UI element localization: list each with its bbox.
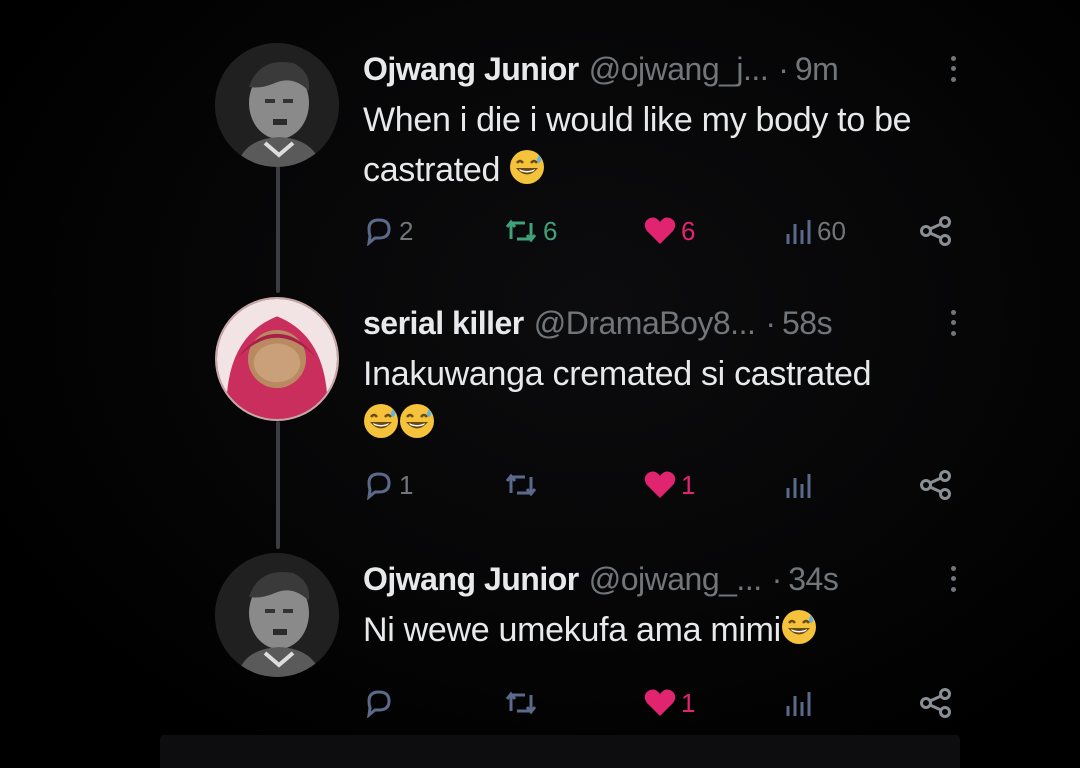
tweet-actions: 2 6 6 60 <box>363 211 963 251</box>
reply-count: 2 <box>399 215 414 246</box>
tweet-text-content: Inakuwanga cremated si castrated <box>363 355 872 393</box>
tweet-header: Ojwang Junior @ojwang_... · 34s <box>363 559 963 599</box>
reply-button[interactable]: 2 <box>363 211 413 251</box>
reply-count: 1 <box>399 469 414 500</box>
share-icon <box>920 470 951 500</box>
display-name[interactable]: serial killer <box>363 303 524 343</box>
separator-dot: · <box>765 305 776 341</box>
tweet[interactable]: Ojwang Junior @ojwang_... · 34s Ni wewe … <box>215 553 975 733</box>
tweet-actions: 1 1 <box>363 465 963 505</box>
more-options-icon[interactable] <box>943 563 963 595</box>
like-button[interactable]: 1 <box>643 465 695 505</box>
grinning-sweat-emoji <box>509 149 545 185</box>
user-handle[interactable]: @ojwang_j... <box>589 49 769 89</box>
views-chart-icon <box>786 220 811 244</box>
tweet-header: serial killer @DramaBoy8... · 58s <box>363 303 963 343</box>
share-button[interactable] <box>919 465 953 505</box>
avatar-portrait-image <box>215 43 339 167</box>
like-count: 6 <box>681 215 696 246</box>
tweet-text-content: When i die i would like my body to be ca… <box>363 101 912 189</box>
more-options-icon[interactable] <box>943 307 963 339</box>
reply-button[interactable]: 1 <box>363 465 413 505</box>
like-count: 1 <box>681 687 696 718</box>
avatar[interactable] <box>215 553 339 677</box>
separator-dot: · <box>778 51 789 87</box>
tweet-actions: 1 <box>363 683 963 723</box>
tweet[interactable]: serial killer @DramaBoy8... · 58s Inakuw… <box>215 297 975 517</box>
avatar[interactable] <box>215 43 339 167</box>
heart-icon <box>644 471 676 498</box>
views-button[interactable] <box>783 465 817 505</box>
share-icon <box>920 688 951 718</box>
tweet-text-content: Ni wewe umekufa ama mimi <box>363 611 781 649</box>
separator-dot: · <box>771 561 783 597</box>
views-button[interactable] <box>783 683 817 723</box>
reply-button[interactable] <box>363 683 399 723</box>
tweet-thread: Ojwang Junior @ojwang_j... · 9m When i d… <box>215 35 975 735</box>
user-handle[interactable]: @ojwang_... <box>589 559 762 599</box>
tweet[interactable]: Ojwang Junior @ojwang_j... · 9m When i d… <box>215 43 975 263</box>
avatar-hooded-figure-image <box>217 299 337 419</box>
retweet-icon <box>505 473 537 497</box>
retweet-button[interactable] <box>503 465 543 505</box>
timestamp[interactable]: 9m <box>795 49 839 89</box>
share-button[interactable] <box>919 211 953 251</box>
tweet-header: Ojwang Junior @ojwang_j... · 9m <box>363 49 963 89</box>
display-name[interactable]: Ojwang Junior <box>363 49 579 89</box>
tweet-text: Inakuwanga cremated si castrated <box>363 349 963 449</box>
tweet-text: Ni wewe umekufa ama mimi <box>363 605 963 655</box>
like-button[interactable]: 1 <box>643 683 695 723</box>
views-button[interactable]: 60 <box>783 211 846 251</box>
share-icon <box>920 216 951 246</box>
reply-icon <box>367 218 391 246</box>
avatar[interactable] <box>215 297 339 421</box>
grinning-sweat-emoji <box>363 403 399 439</box>
grinning-sweat-emoji <box>781 609 817 645</box>
views-chart-icon <box>786 692 811 716</box>
more-options-icon[interactable] <box>943 53 963 85</box>
retweet-button[interactable] <box>503 683 543 723</box>
retweet-count: 6 <box>543 215 558 246</box>
retweet-button[interactable]: 6 <box>503 211 557 251</box>
avatar-portrait-image <box>215 553 339 677</box>
retweet-icon <box>505 691 537 715</box>
like-count: 1 <box>681 469 696 500</box>
bottom-bar <box>160 735 960 768</box>
timestamp[interactable]: 58s <box>782 303 833 343</box>
share-button[interactable] <box>919 683 953 723</box>
reply-icon <box>367 690 391 718</box>
views-chart-icon <box>786 474 811 498</box>
user-handle[interactable]: @DramaBoy8... <box>534 303 756 343</box>
like-button[interactable]: 6 <box>643 211 695 251</box>
heart-icon <box>644 217 676 244</box>
reply-icon <box>367 472 391 500</box>
view-count: 60 <box>817 215 846 246</box>
grinning-sweat-emoji <box>399 403 435 439</box>
retweet-icon <box>505 219 537 243</box>
display-name[interactable]: Ojwang Junior <box>363 559 579 599</box>
tweet-text: When i die i would like my body to be ca… <box>363 95 963 195</box>
timestamp[interactable]: 34s <box>788 559 839 599</box>
heart-icon <box>644 689 676 716</box>
